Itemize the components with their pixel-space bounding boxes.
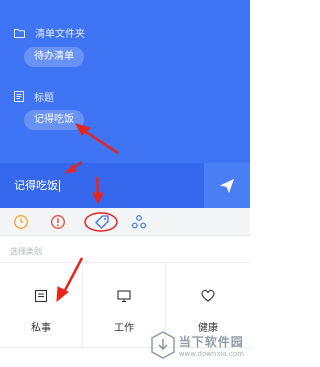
share-icon[interactable] [131,214,147,230]
watermark: 当下软件园 www.downxia.com [151,331,244,359]
text-caret [59,180,60,192]
note-icon [34,289,48,303]
category-hint: 选择类别 [10,247,42,256]
title-label: 标题 [34,93,54,104]
folder-chip[interactable]: 待办清单 [24,47,84,67]
watermark-text: 当下软件园 www.downxia.com [179,333,244,358]
folder-label: 清单文件夹 [35,29,85,40]
clock-icon[interactable] [13,214,29,230]
task-toolbar [0,208,250,236]
task-input[interactable]: 记得吃饭 [14,163,60,208]
priority-icon[interactable] [50,214,66,230]
send-icon [220,178,234,193]
tag-icon[interactable] [94,214,110,230]
task-input-value: 记得吃饭 [14,179,58,192]
task-detail-panel: 清单文件夹 待办清单 标题 记得吃饭 [0,0,250,163]
category-private[interactable]: 私事 [0,263,83,348]
title-chip[interactable]: 记得吃饭 [24,110,84,130]
watermark-logo-icon [151,331,175,359]
watermark-url: www.downxia.com [178,349,244,358]
task-input-bar: 记得吃饭 [0,163,250,208]
title-row: 标题 [14,89,54,104]
folder-row: 清单文件夹 [14,25,85,40]
document-icon [14,91,24,102]
category-label: 私事 [31,323,51,334]
watermark-title: 当下软件园 [178,334,244,349]
monitor-icon [117,290,131,302]
send-button[interactable] [204,163,250,208]
folder-icon [14,28,25,38]
heart-icon [201,289,215,302]
